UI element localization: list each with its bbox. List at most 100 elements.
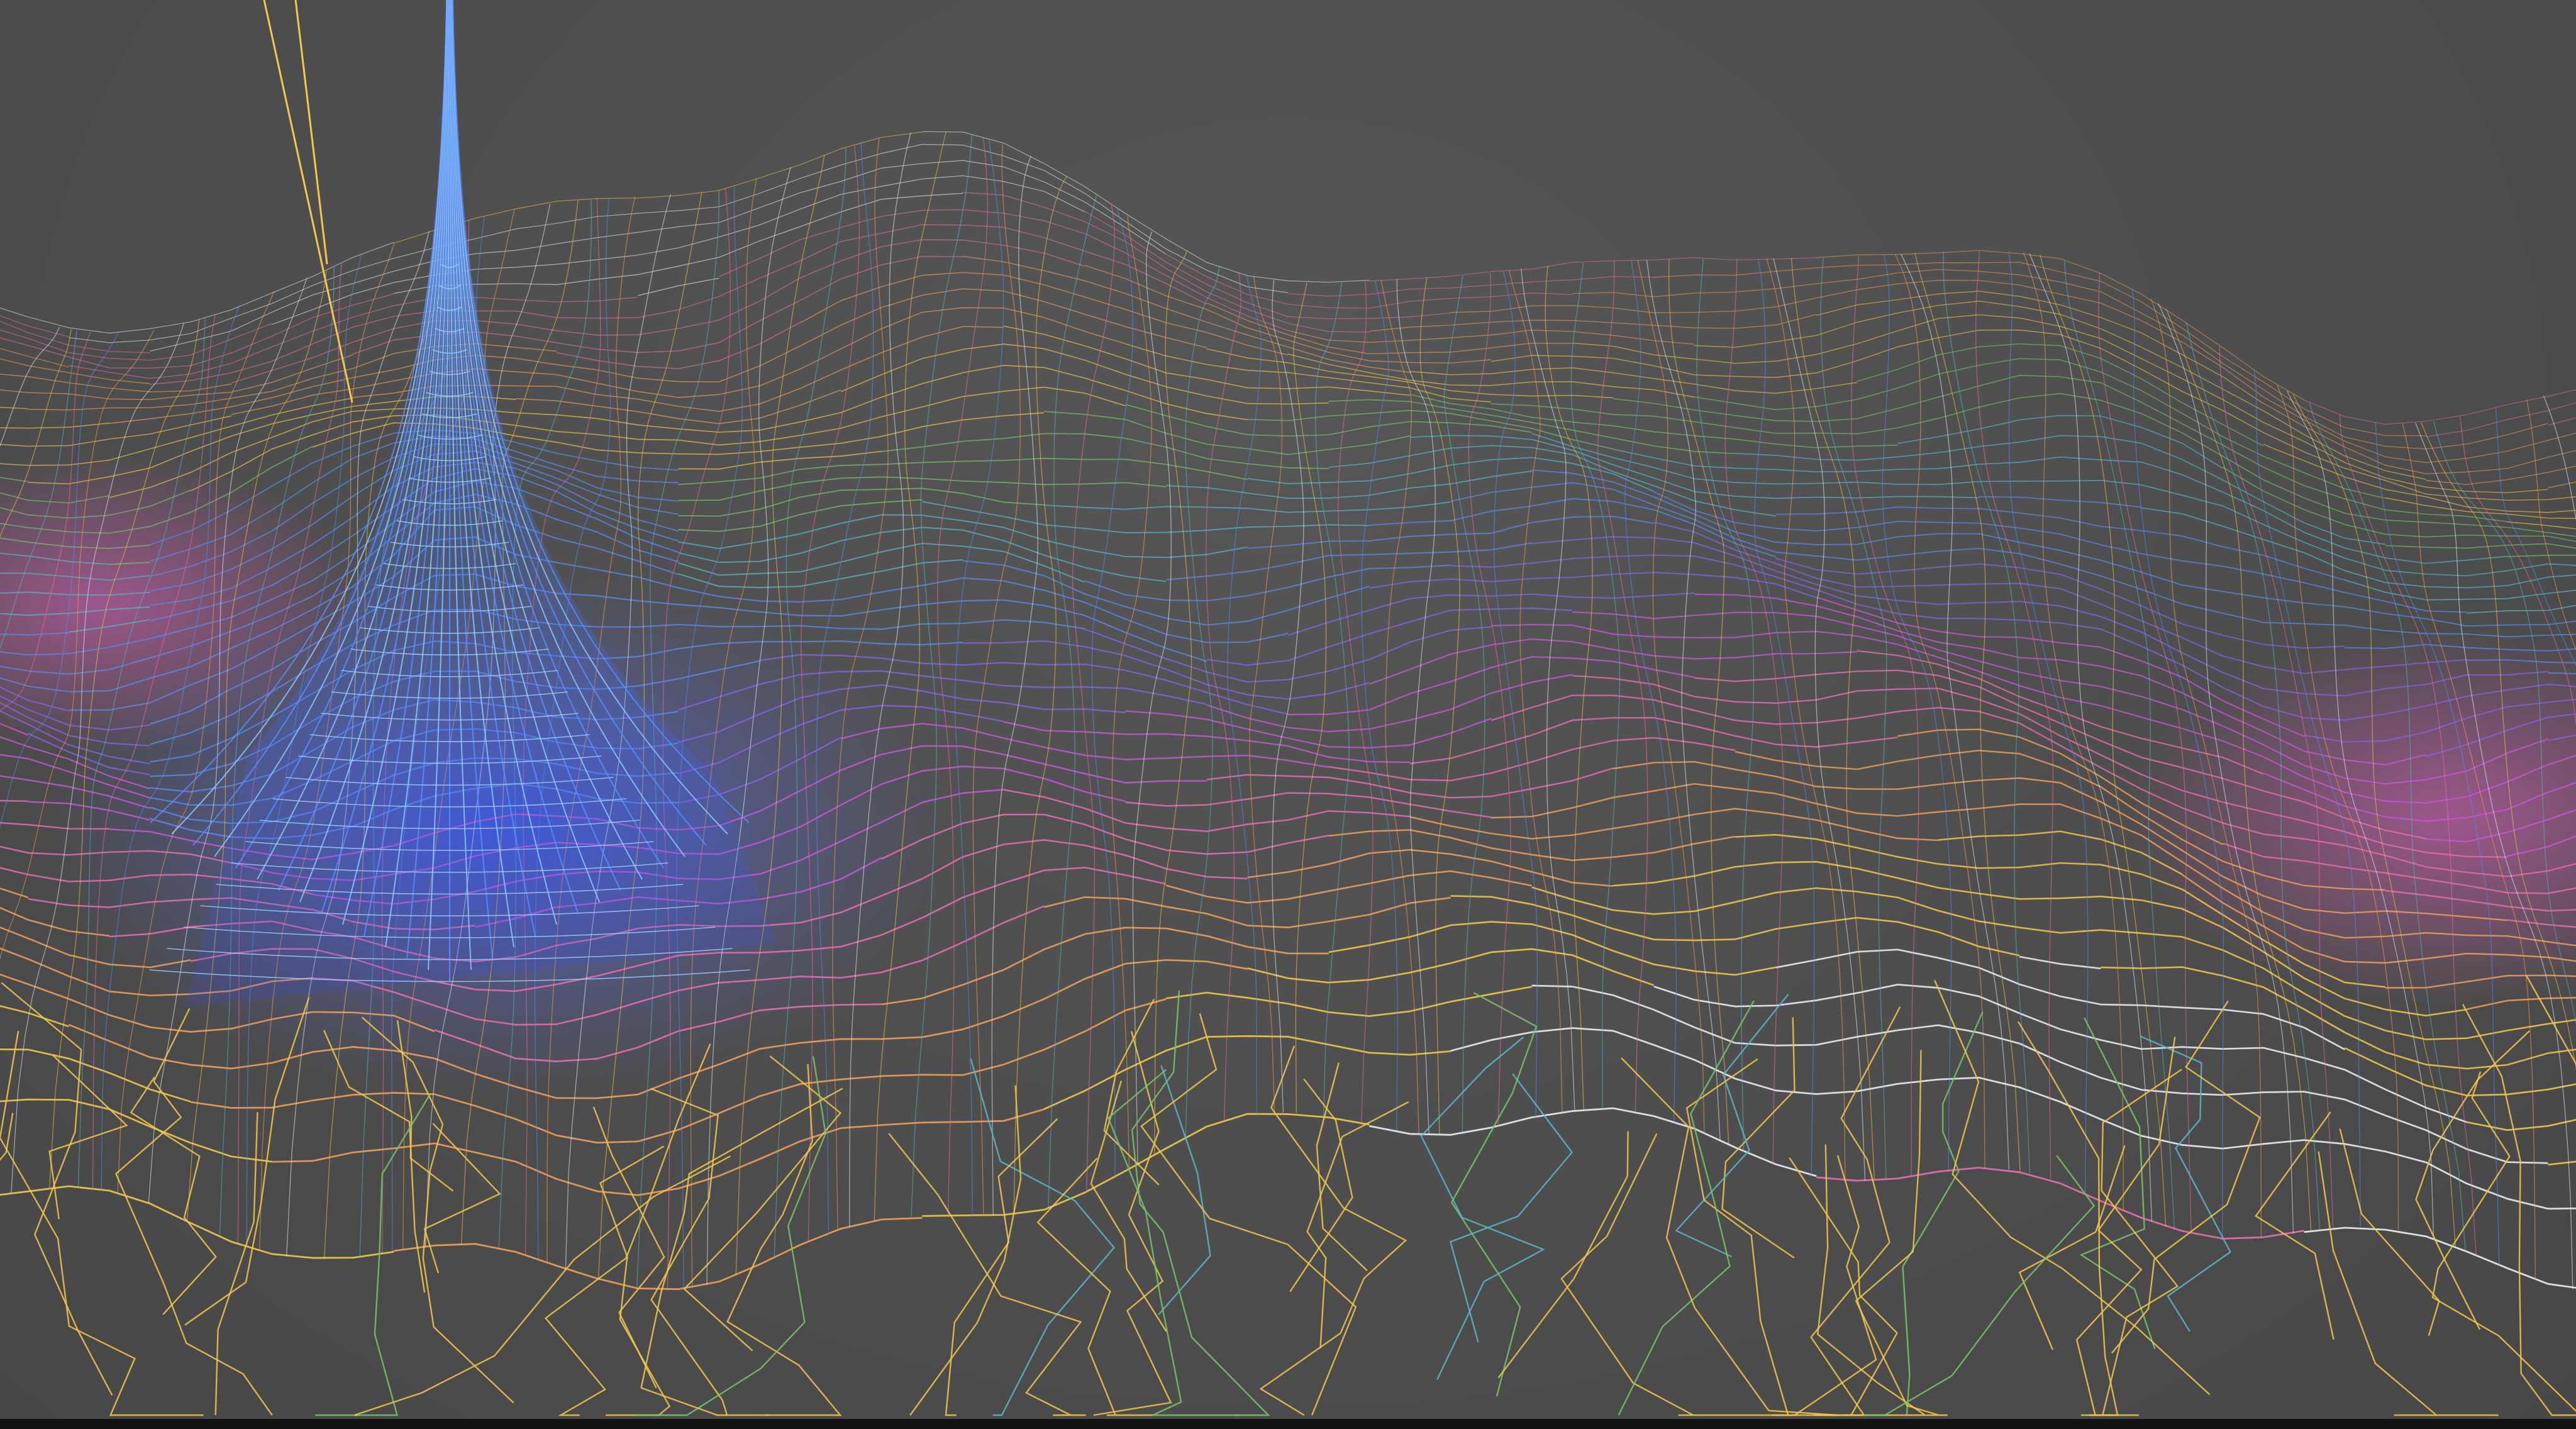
mesh-row-line <box>962 560 1370 626</box>
mesh-row-line <box>109 365 1248 498</box>
mesh-row-line <box>1165 986 1533 1017</box>
yellow-strand <box>114 1008 273 1416</box>
mesh-row-line <box>2466 1119 2576 1132</box>
yellow-strand <box>1140 1013 1357 1416</box>
mesh-row-line <box>0 1048 191 1103</box>
mesh-column-line <box>1493 271 1538 1119</box>
mesh-row-line <box>1166 470 1532 499</box>
yellow-strand <box>1789 1157 1898 1416</box>
yellow-strand <box>48 1054 128 1220</box>
mesh-row-line <box>0 415 231 447</box>
mesh-row-line <box>2019 955 2101 970</box>
mesh-row-line <box>1044 501 1451 513</box>
yellow-strand <box>888 1133 1086 1416</box>
mesh-row-line <box>1247 948 1655 986</box>
yellow-strand <box>263 0 353 403</box>
yellow-strand <box>1450 992 1538 1397</box>
mesh-column-line <box>1132 231 1172 1165</box>
mesh-row-line <box>1206 767 1614 799</box>
mesh-row-line <box>1369 314 1817 332</box>
mesh-row-line <box>1450 1027 2576 1210</box>
mesh-row-line <box>1043 896 1451 928</box>
mesh-row-line <box>1369 257 1817 282</box>
mesh-row-line <box>1206 674 1573 733</box>
mesh-row-line <box>1979 496 2142 508</box>
mesh-row-line <box>0 358 150 384</box>
mesh-row-line <box>0 374 231 392</box>
yellow-strand <box>1902 1011 1984 1416</box>
yellow-strand <box>1675 994 1789 1258</box>
mesh-column-line <box>1396 279 1436 1134</box>
yellow-strand <box>2525 975 2576 1065</box>
yellow-strand <box>2431 1071 2576 1412</box>
mesh-row-line <box>1044 411 1411 455</box>
mesh-column-line <box>937 137 988 1216</box>
mesh-row-line <box>2548 1160 2576 1166</box>
yellow-strand <box>0 1030 204 1416</box>
yellow-strand <box>294 0 328 265</box>
mesh-column-line <box>1154 251 1192 1155</box>
mesh-row-line <box>1409 716 1898 765</box>
yellow-strand <box>2140 1035 2231 1332</box>
yellow-strand <box>1093 1031 1172 1416</box>
mesh-column-line <box>1914 253 2021 1172</box>
yellow-strand <box>1131 990 1270 1416</box>
yellow-strand <box>1855 1050 1948 1416</box>
mesh-row-line <box>0 397 353 466</box>
mesh-row-line <box>1450 280 2576 464</box>
mesh-row-line <box>1857 343 2264 447</box>
yellow-strand <box>1289 1078 1353 1293</box>
yellow-strand <box>592 1106 665 1389</box>
yellow-strand <box>1934 980 2211 1396</box>
yellow-strand <box>635 1056 826 1416</box>
mesh-column-line <box>1696 259 1754 1153</box>
yellow-strand <box>2462 1004 2576 1416</box>
mesh-row-line <box>1531 984 2548 1164</box>
mesh-column-line <box>2008 251 2089 1193</box>
mesh-row-line <box>1694 358 2386 499</box>
mesh-row-line <box>678 514 1248 559</box>
mesh-row-line <box>394 1217 923 1291</box>
mesh-column-line <box>1338 281 1374 1125</box>
mesh-column-line <box>972 143 1021 1216</box>
mesh-row-line <box>1328 445 1776 517</box>
mesh-row-line <box>2222 467 2576 542</box>
mesh-row-line <box>0 422 109 429</box>
mesh-row-line <box>881 926 1329 1006</box>
yellow-strand <box>544 1043 711 1416</box>
mesh-row-line <box>1572 314 2548 494</box>
mesh-row-line <box>1084 564 1451 602</box>
mesh-column-line <box>1724 258 1784 1165</box>
mesh-row-line <box>1084 265 1492 364</box>
mesh-row-line <box>1166 542 1532 581</box>
yellow-strand <box>2255 1111 2334 1340</box>
mesh-row-line <box>231 239 1085 384</box>
yellow-strand <box>354 1155 731 1416</box>
mesh-column-line <box>1545 265 1593 1110</box>
mesh-row-line <box>1165 870 1533 904</box>
mesh-column-line <box>1901 253 2009 1170</box>
mesh-row-line <box>394 192 963 294</box>
mesh-row-line <box>840 343 1329 405</box>
mesh-row-line <box>2304 389 2576 425</box>
yellow-strand <box>2339 1128 2440 1337</box>
mesh-row-line <box>1043 1035 1451 1110</box>
yellow-strand <box>599 1145 671 1416</box>
mesh-row-line <box>1572 269 2548 450</box>
yellow-strand <box>2017 1021 2119 1416</box>
mesh-row-line <box>1775 557 2345 649</box>
mesh-row-line <box>678 542 1085 583</box>
mesh-row-line <box>556 321 801 369</box>
yellow-strand <box>130 1077 217 1315</box>
mesh-row-line <box>1816 1167 2304 1240</box>
yellow-strand <box>1814 1144 1928 1416</box>
mesh-row-line <box>1369 572 1817 599</box>
mesh-row-line <box>1653 262 2426 436</box>
mesh-row-line <box>922 1113 1370 1217</box>
yellow-strand <box>1497 1131 1629 1379</box>
mesh-row-line <box>2467 604 2576 614</box>
yellow-strand <box>2318 1151 2499 1416</box>
mesh-row-line <box>1328 399 1735 455</box>
mesh-row-line <box>1735 435 2386 545</box>
yellow-strand <box>0 1113 14 1161</box>
